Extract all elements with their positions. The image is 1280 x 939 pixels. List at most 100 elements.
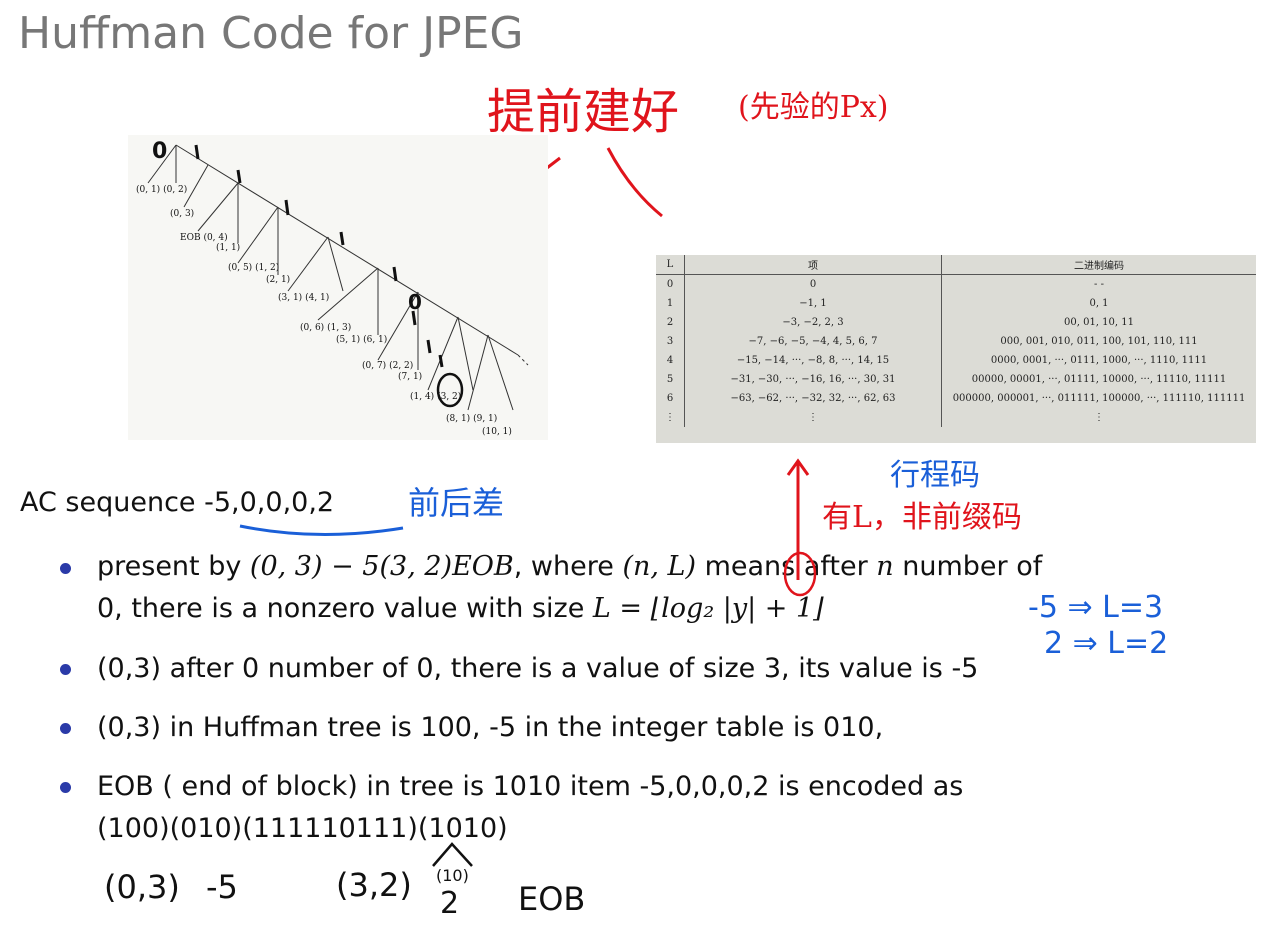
table-row: 2 −3, −2, 2, 3 00, 01, 10, 11 [656,313,1256,332]
slide-title: Huffman Code for JPEG [18,8,524,59]
table-cell: −63, −62, ···, −32, 32, ···, 62, 63 [684,389,942,408]
bottom-label: EOB [518,880,586,918]
bullet-dot [60,723,71,734]
tree-node: (4, 1) [305,293,330,303]
tree-node: (1, 3) [327,323,352,333]
bullet-2: (0,3) after 0 number of 0, there is a va… [97,653,979,684]
b1-text: , where [513,551,623,582]
table-cell: 4 [656,351,685,370]
bullet-dot [60,563,71,574]
two-rule-annotation: 2 ⇒ L=2 [1044,626,1169,661]
table-cell: 2 [656,313,685,332]
b1-text: number of [893,551,1043,582]
tree-node: (0, 2) [163,185,188,195]
table-row: 3 −7, −6, −5, −4, 4, 5, 6, 7 000, 001, 010… [656,332,1256,351]
table-cell: −15, −14, ···, −8, 8, ···, 14, 15 [684,351,942,370]
diff-annotation: 前后差 [408,484,505,522]
tree-node: (10, 1) [482,427,512,437]
tree-node: (2, 1) [266,275,291,285]
ac-sequence-line: AC sequence -5,0,0,0,2 [20,487,334,518]
table-row: ⋮ ⋮ ⋮ [656,408,1256,427]
table-cell: 5 [656,370,685,389]
bullet-3: (0,3) in Huffman tree is 100, -5 in the … [97,712,884,743]
integer-table-image: L 项 二进制编码 00 - - 1 −1, 1 0, 1 2 −3, −2, 2, 3… [656,255,1256,443]
red-circle-l [783,551,817,597]
table-row: 1 −1, 1 0, 1 [656,294,1256,313]
b1-math-nl: (n, L) [622,551,697,582]
table-cell: 0000, 0001, ···, 0111, 1000, ···, 1110, … [990,355,1208,366]
bottom-label: -5 [206,868,238,906]
table-row: 5 −31, −30, ···, −16, 16, ···, 30, 31 0000… [656,370,1256,389]
insert-caret [432,842,473,867]
table-cell: 00000, 00001, ···, 01111, 10000, ···, 11… [971,374,1227,385]
table-header-row: L 项 二进制编码 [656,255,1256,275]
ac-values: -5,0,0,0,2 [204,487,335,518]
table-cell: −1, 1 [684,294,942,313]
tree-node: (0, 6) [300,323,325,333]
table-cell: ⋮ [1094,412,1104,423]
tree-node: (0, 4) [203,233,228,243]
tree-node: (5, 1) [336,335,361,345]
tree-node: (0, 1) [136,185,161,195]
table-cell: 1 [656,294,685,313]
table-row: 00 - - [656,274,1256,294]
table-cell: −31, −30, ···, −16, 16, ···, 30, 31 [684,370,942,389]
table-cell: ⋮ [656,408,685,427]
huffman-tree-image: 0 0 (0, 1) (0, 2) (0, 3) EOB (0, 4) (1, … [128,135,548,440]
table-cell: 0, 1 [1089,298,1109,309]
bottom-label: (0,3) [104,868,180,906]
table-header-cell: 二进制编码 [941,255,1256,275]
blue-underline [239,524,404,537]
table-header-cell: L [656,255,685,275]
table-row: 6 −63, −62, ···, −32, 32, ···, 62, 63 0000… [656,389,1256,408]
bullet-1-line-2: 0, there is a nonzero value with size L … [97,590,824,628]
table-cell: 0 [684,274,942,294]
bullet-dot [60,782,71,793]
top-red-annotation: 提前建好 [487,84,680,140]
table-cell: 6 [656,389,685,408]
table-cell: 000000, 000001, ···, 011111, 100000, ···… [952,393,1246,404]
tree-node: (0, 7) [362,361,387,371]
table-cell: 000, 001, 010, 011, 100, 101, 110, 111 [1000,336,1198,347]
tree-node: (6, 1) [363,335,388,345]
top-red-paren-annotation: (先验的Px) [738,90,889,125]
table-cell: 3 [656,332,685,351]
tree-node: (9, 1) [473,414,498,424]
tree-node: (2, 2) [389,361,414,371]
bullet-1-line-1: present by (0, 3) − 5(3, 2)EOB, where (n… [97,548,1042,586]
tree-node: (1, 1) [216,243,241,253]
table-cell: 0 [656,274,685,294]
tree-node: (8, 1) [446,414,471,424]
ac-prefix: AC sequence [20,487,205,518]
tree-mark-zero: 0 [152,139,168,164]
table-cell: −3, −2, 2, 3 [684,313,942,332]
table-header-cell: 项 [684,255,942,275]
tree-node: (0, 5) [228,263,253,273]
bottom-label: 2 [440,886,460,921]
b1-text: present by [97,551,250,582]
table-cell: 00, 01, 10, 11 [1064,317,1134,328]
has-l-annotation: 有L，非前缀码 [822,500,1022,535]
table-cell: −7, −6, −5, −4, 4, 5, 6, 7 [684,332,942,351]
bullet-dot [60,664,71,675]
integer-table: L 项 二进制编码 00 - - 1 −1, 1 0, 1 2 −3, −2, 2, 3… [656,255,1256,427]
bullet-4-line-1: EOB ( end of block) in tree is 1010 item… [97,771,964,802]
table-cell: - - [1094,279,1104,290]
tree-node: (1, 2) [255,263,280,273]
b1-math-expression: (0, 3) − 5(3, 2)EOB [249,551,514,582]
b1-math-n: n [876,551,894,582]
tree-node: EOB [180,233,201,243]
minus5-rule-annotation: -5 ⇒ L=3 [1028,590,1164,625]
tree-mark-zero-circle: 0 [408,290,422,314]
tree-node: (0, 3) [170,209,195,219]
table-cell: ⋮ [684,408,942,427]
b1-text: 0, there is a nonzero value with size [97,593,593,624]
tree-node: (7, 1) [398,372,423,382]
bottom-label: (3,2) [336,866,412,904]
tree-node: (3, 2) [437,392,462,402]
run-code-annotation: 行程码 [890,458,980,493]
tree-node: (1, 4) [410,392,435,402]
tree-lines [147,144,529,411]
tree-node: (3, 1) [278,293,303,303]
table-row: 4 −15, −14, ···, −8, 8, ···, 14, 15 0000, … [656,351,1256,370]
